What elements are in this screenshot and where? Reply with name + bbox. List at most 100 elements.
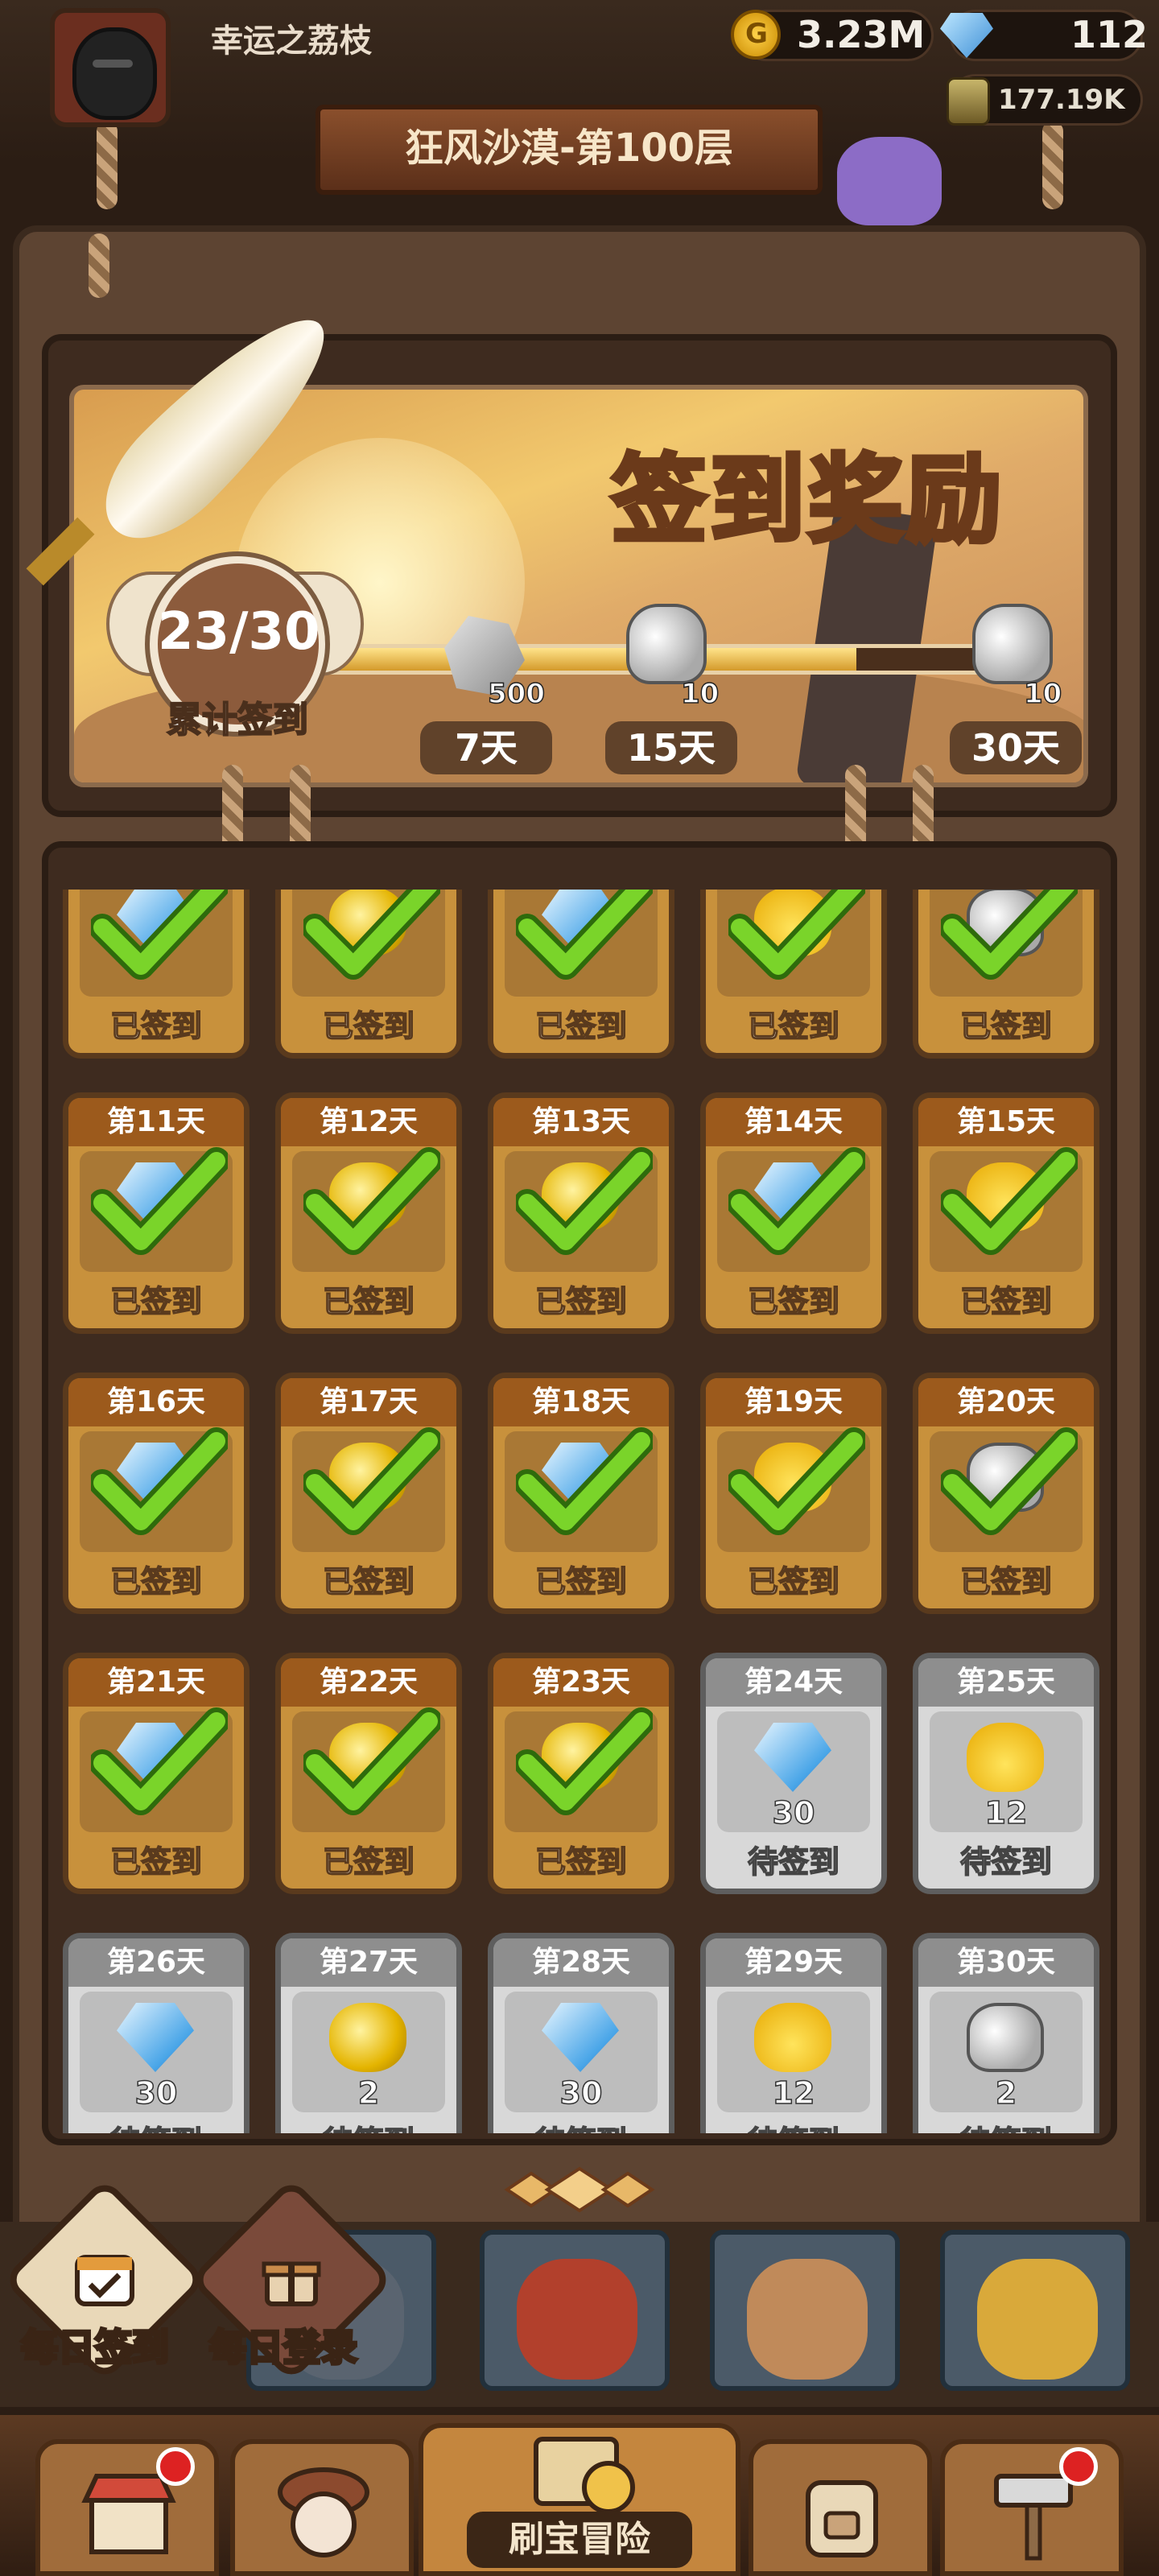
day-card[interactable]: 第26天 30 待签到 — [63, 1933, 250, 2133]
reward-qty: 2 — [357, 2074, 380, 2112]
signin-status: 待签到 — [68, 2117, 244, 2133]
reward-qty: 30 — [772, 1794, 815, 1831]
signin-reward-title: 签到奖励 — [609, 442, 1005, 558]
day-card[interactable]: 第29天 12 待签到 — [700, 1933, 887, 2133]
milestone-qty: 10 — [1023, 677, 1062, 711]
signin-status: 已签到 — [747, 1563, 840, 1600]
treasure-map-icon — [534, 2437, 635, 2514]
signin-status: 已签到 — [109, 1843, 203, 1880]
signin-status: 已签到 — [322, 1008, 415, 1045]
day-label: 第15天 — [918, 1098, 1094, 1146]
nav-adventure-label: 刷宝冒险 — [467, 2512, 692, 2568]
checkmark-icon — [91, 1707, 228, 1815]
day-card[interactable]: 已签到 — [275, 890, 462, 1059]
day-card[interactable]: 第17天已签到 — [275, 1373, 462, 1614]
gift-icon — [262, 2261, 321, 2306]
day-label: 第24天 — [706, 1658, 881, 1707]
day-card[interactable]: 第21天 已签到 — [63, 1653, 250, 1894]
signin-status: 待签到 — [281, 2117, 456, 2133]
day-label: 第26天 — [68, 1938, 244, 1987]
day-label: 第19天 — [706, 1378, 881, 1426]
day-card[interactable]: 已签到 — [700, 890, 887, 1059]
ore-jar-icon — [947, 77, 990, 126]
checkmark-icon — [303, 1427, 440, 1535]
day-label: 第16天 — [68, 1378, 244, 1426]
day-label: 第27天 — [281, 1938, 456, 1987]
backpack-icon — [806, 2480, 878, 2557]
day-card[interactable]: 第24天 30 待签到 — [700, 1653, 887, 1894]
checkmark-icon — [91, 890, 228, 980]
daily-signin-label: 每日签到 — [19, 2324, 171, 2371]
milestone-day-7: 7天 — [420, 721, 552, 774]
signin-status: 已签到 — [534, 1563, 628, 1600]
day-label: 第13天 — [493, 1098, 669, 1146]
scroll-icon[interactable] — [626, 604, 707, 684]
day-card[interactable]: 第12天 已签到 — [275, 1092, 462, 1334]
day-card[interactable]: 第25天 12 待签到 — [913, 1653, 1099, 1894]
day-card[interactable]: 第14天 已签到 — [700, 1092, 887, 1334]
reward-qty: 12 — [772, 2074, 815, 2112]
signin-count: 23/30 — [158, 602, 320, 662]
signin-progress-fill — [310, 648, 856, 671]
signin-status: 已签到 — [109, 1008, 203, 1045]
signin-status: 已签到 — [959, 1008, 1053, 1045]
day-label: 第28天 — [493, 1938, 669, 1987]
nav-bag-button[interactable] — [749, 2439, 932, 2576]
day-label: 第30天 — [918, 1938, 1094, 1987]
milestone-qty: 500 — [487, 677, 545, 711]
day-card[interactable]: 第28天 30 待签到 — [488, 1933, 674, 2133]
hero-card[interactable] — [480, 2230, 670, 2391]
signin-status: 已签到 — [534, 1843, 628, 1880]
reward-qty: 12 — [984, 1794, 1028, 1831]
day-card[interactable]: 第18天 已签到 — [488, 1373, 674, 1614]
hero-card[interactable] — [940, 2230, 1130, 2391]
hero-portrait-icon — [977, 2259, 1098, 2380]
day-card[interactable]: 已签到 — [488, 890, 674, 1059]
milestone-qty: 10 — [680, 677, 720, 711]
gold-amount: 3.23M — [797, 13, 926, 56]
checkmark-icon — [516, 1427, 653, 1535]
scroll-icon[interactable] — [972, 604, 1053, 684]
day-card[interactable]: 第11天 已签到 — [63, 1092, 250, 1334]
day-card[interactable]: 已签到 — [913, 890, 1099, 1059]
day-card[interactable]: 第30天 2 待签到 — [913, 1933, 1099, 2133]
day-card[interactable]: 第19天已签到 — [700, 1373, 887, 1614]
checkmark-icon — [728, 890, 865, 980]
day-card[interactable]: 第16天 已签到 — [63, 1373, 250, 1614]
checkmark-icon — [516, 1707, 653, 1815]
reward-qty: 30 — [559, 2074, 603, 2112]
day-grid[interactable]: 已签到 已签到 已签到 已签到 已签到 第11天 已签到 第12天 已签到 第13天 已签到 第14天… — [53, 890, 1106, 2133]
day-card[interactable]: 已签到 — [63, 890, 250, 1059]
signin-status: 已签到 — [534, 1283, 628, 1320]
duck-icon — [754, 2003, 831, 2072]
checkmark-icon — [516, 890, 653, 980]
signin-status: 已签到 — [534, 1008, 628, 1045]
day-label: 第25天 — [918, 1658, 1094, 1707]
day-card[interactable]: 第27天 2 待签到 — [275, 1933, 462, 2133]
day-label: 第11天 — [68, 1098, 244, 1146]
signin-count-label: 累计签到 — [166, 699, 309, 741]
hero-card[interactable] — [710, 2230, 900, 2391]
notification-dot — [1059, 2447, 1098, 2486]
gold-coin-icon — [731, 10, 781, 60]
rope-decoration — [1042, 121, 1063, 209]
day-label: 第23天 — [493, 1658, 669, 1707]
checkmark-icon — [303, 890, 440, 980]
player-avatar[interactable] — [50, 8, 171, 127]
day-label: 第22天 — [281, 1658, 456, 1707]
nav-hero-button[interactable] — [230, 2439, 414, 2576]
day-card[interactable]: 第13天已签到 — [488, 1092, 674, 1334]
signin-status: 已签到 — [747, 1283, 840, 1320]
milestone-day-30: 30天 — [950, 721, 1082, 774]
milestone-day-15: 15天 — [605, 721, 737, 774]
signin-status: 待签到 — [959, 1843, 1053, 1880]
rope-decoration — [89, 233, 109, 298]
day-card[interactable]: 第22天 已签到 — [275, 1653, 462, 1894]
cat-mascot-icon[interactable] — [837, 137, 942, 225]
day-card[interactable]: 第15天 已签到 — [913, 1092, 1099, 1334]
signin-status: 已签到 — [322, 1563, 415, 1600]
silver-scroll-icon — [967, 2003, 1044, 2072]
day-label: 第17天 — [281, 1378, 456, 1426]
day-card[interactable]: 第23天已签到 — [488, 1653, 674, 1894]
day-card[interactable]: 第20天 已签到 — [913, 1373, 1099, 1614]
